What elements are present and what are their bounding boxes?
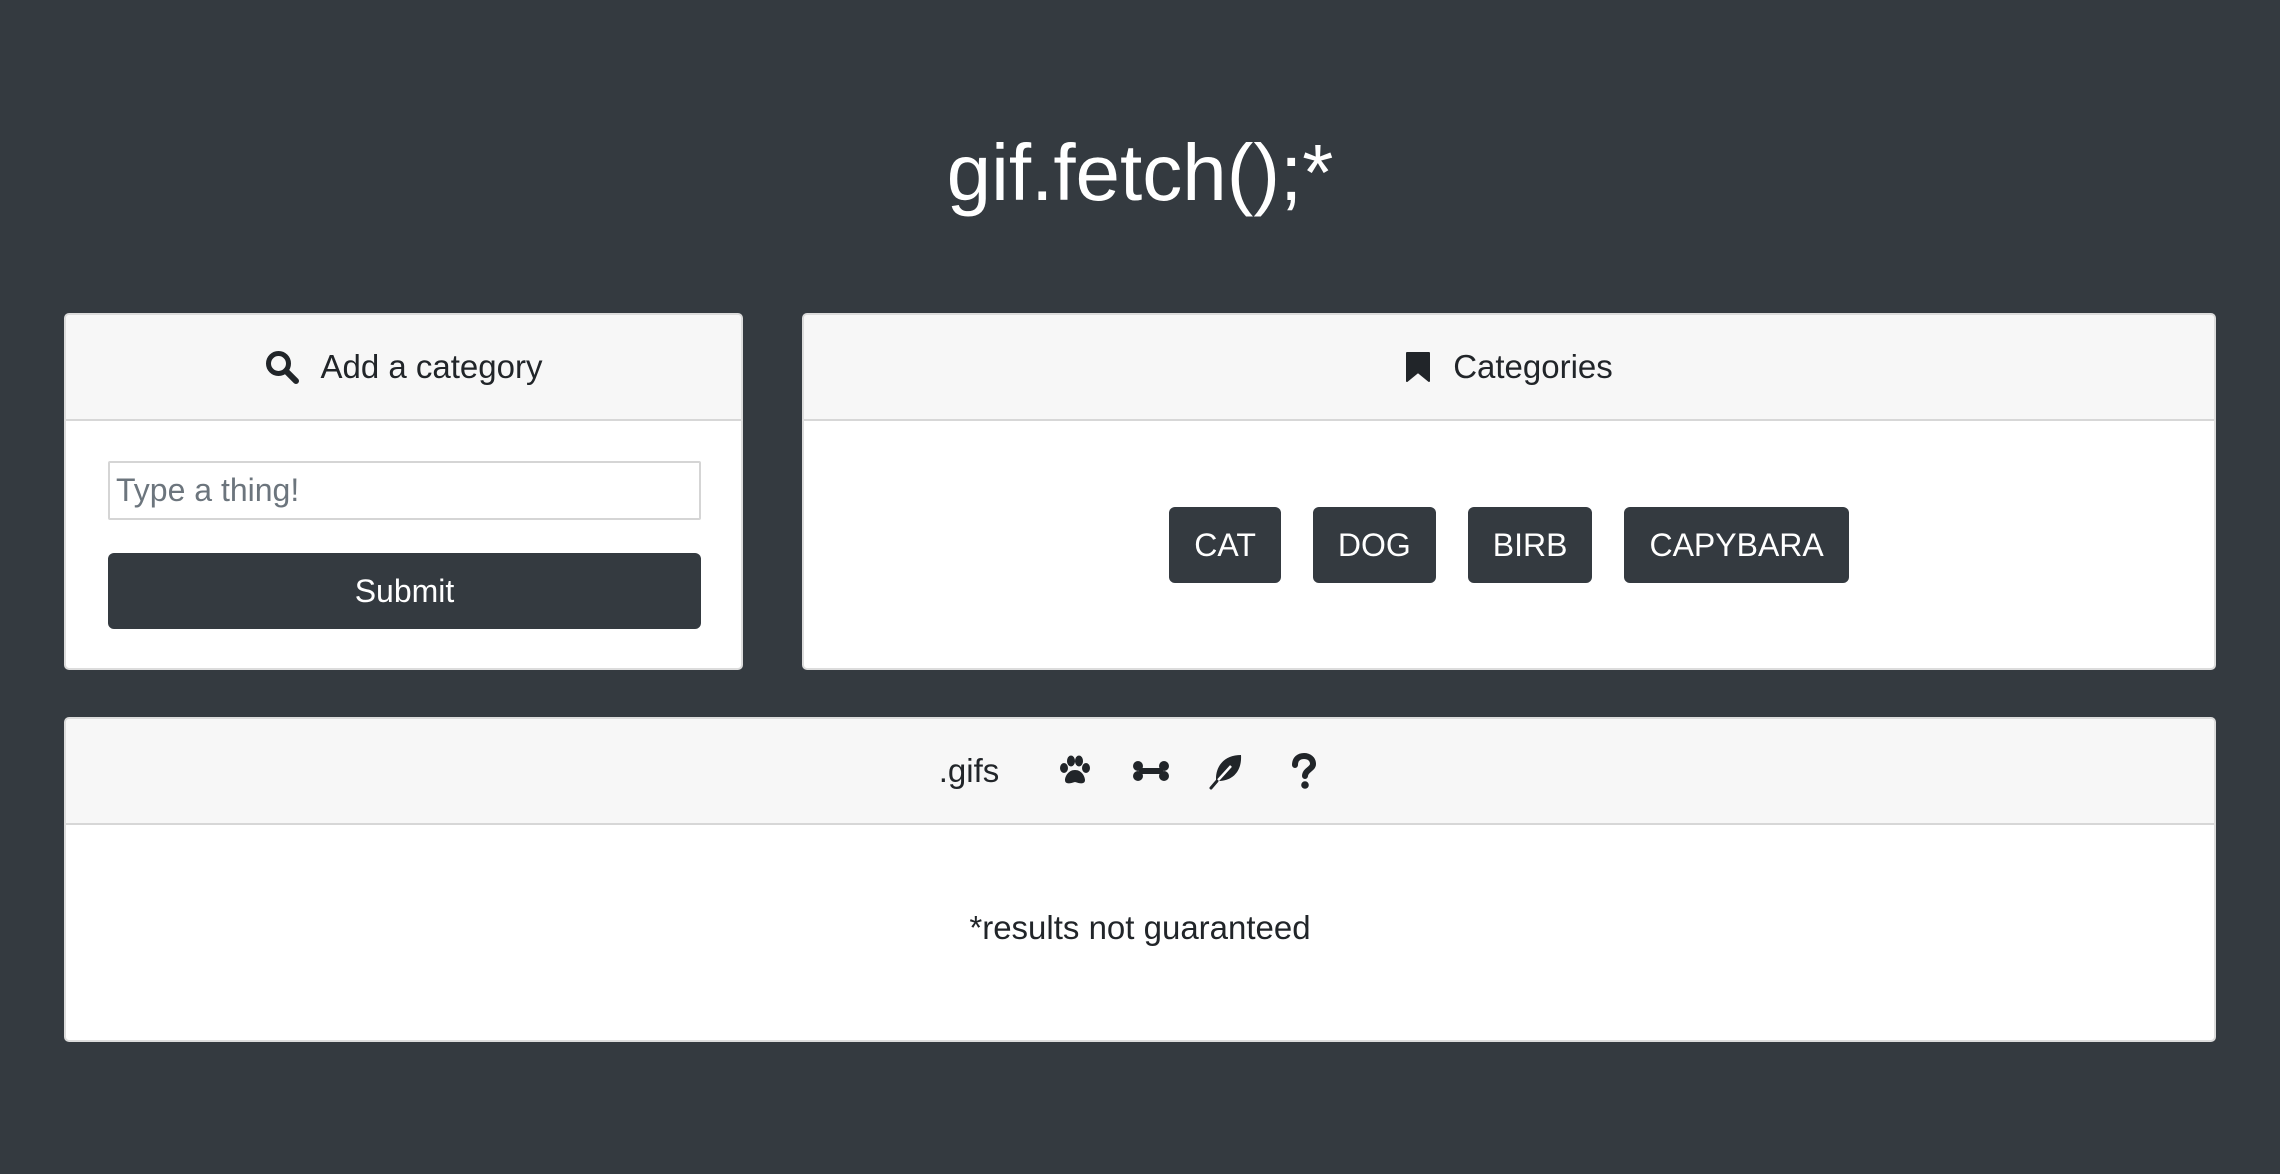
- gifs-header: .gifs: [66, 719, 2214, 825]
- category-button-capybara[interactable]: CAPYBARA: [1624, 507, 1849, 583]
- category-button-dog[interactable]: DOG: [1312, 507, 1436, 583]
- results-note: *results not guaranteed: [969, 909, 1311, 946]
- gifs-card: .gifs *results not guaranteed: [64, 717, 2216, 1042]
- paw-icon[interactable]: [1055, 751, 1095, 791]
- add-category-title: Add a category: [320, 348, 543, 385]
- page-title: gif.fetch();*: [946, 128, 1334, 217]
- category-input[interactable]: [108, 461, 701, 520]
- category-button-cat[interactable]: CAT: [1169, 507, 1281, 583]
- categories-card: Categories CAT DOG BIRB CAPYBARA: [802, 313, 2216, 670]
- categories-title: Categories: [1453, 348, 1613, 385]
- category-list: CAT DOG BIRB CAPYBARA: [804, 507, 2214, 583]
- bone-icon[interactable]: [1131, 751, 1171, 791]
- add-category-card: Add a category Submit: [64, 313, 743, 670]
- add-category-header: Add a category: [66, 315, 741, 421]
- question-icon[interactable]: [1283, 751, 1323, 791]
- category-button-birb[interactable]: BIRB: [1467, 507, 1593, 583]
- search-icon: [265, 350, 299, 384]
- gifs-title: .gifs: [938, 752, 1000, 789]
- categories-header: Categories: [804, 315, 2214, 421]
- feather-icon[interactable]: [1207, 751, 1247, 791]
- submit-button[interactable]: Submit: [108, 553, 701, 629]
- bookmark-icon: [1405, 351, 1431, 383]
